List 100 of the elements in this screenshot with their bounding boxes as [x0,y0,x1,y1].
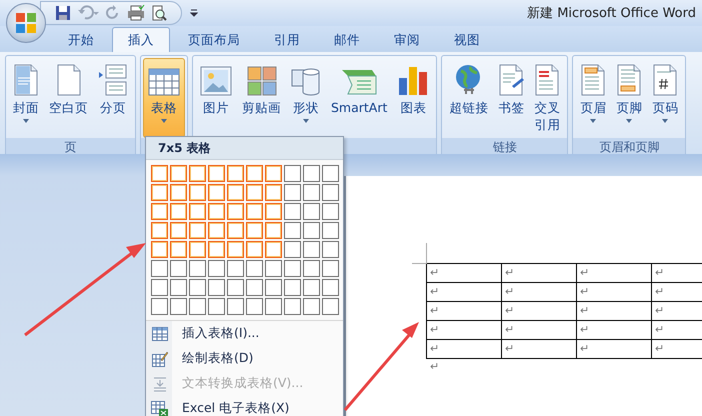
grid-cell[interactable] [322,279,339,296]
grid-cell[interactable] [303,184,320,201]
grid-cell[interactable] [265,165,282,182]
grid-cell[interactable] [170,260,187,277]
grid-cell[interactable] [227,260,244,277]
grid-cell[interactable] [303,260,320,277]
grid-cell[interactable] [151,279,168,296]
ribbon-button[interactable]: 页脚 [611,58,648,138]
ribbon-button[interactable]: 页眉 [575,58,612,138]
grid-cell[interactable] [151,298,168,315]
ribbon-button[interactable]: 书签 [493,58,530,138]
grid-cell[interactable] [170,203,187,220]
grid-cell[interactable] [189,260,206,277]
menu-item[interactable]: Excel 电子表格(X) [146,396,343,416]
grid-cell[interactable] [227,241,244,258]
ribbon-tab[interactable]: 审阅 [378,27,436,52]
grid-cell[interactable] [284,241,301,258]
grid-cell[interactable] [265,241,282,258]
grid-cell[interactable] [265,222,282,239]
menu-item[interactable]: 绘制表格(D) [146,346,343,371]
ribbon-button[interactable]: 图表 [392,58,434,138]
grid-cell[interactable] [227,165,244,182]
grid-cell[interactable] [208,203,225,220]
grid-cell[interactable] [303,241,320,258]
grid-cell[interactable] [170,222,187,239]
grid-cell[interactable] [265,279,282,296]
grid-cell[interactable] [189,165,206,182]
ribbon-tab[interactable]: 视图 [438,27,496,52]
grid-cell[interactable] [265,203,282,220]
grid-cell[interactable] [246,241,263,258]
grid-cell[interactable] [246,222,263,239]
grid-cell[interactable] [151,203,168,220]
grid-cell[interactable] [227,184,244,201]
grid-cell[interactable] [246,279,263,296]
grid-cell[interactable] [246,298,263,315]
grid-cell[interactable] [322,298,339,315]
grid-cell[interactable] [189,222,206,239]
grid-cell[interactable] [151,260,168,277]
grid-cell[interactable] [303,165,320,182]
grid-cell[interactable] [208,165,225,182]
grid-cell[interactable] [246,184,263,201]
grid-cell[interactable] [303,222,320,239]
ribbon-tab[interactable]: 开始 [52,27,110,52]
grid-cell[interactable] [246,260,263,277]
grid-cell[interactable] [227,298,244,315]
ribbon-button[interactable]: 图片 [195,58,237,138]
grid-cell[interactable] [208,241,225,258]
ribbon-button[interactable]: 交叉 引用 [529,58,566,138]
grid-cell[interactable] [170,165,187,182]
grid-cell[interactable] [284,260,301,277]
grid-cell[interactable] [151,241,168,258]
print-preview-icon[interactable] [151,5,167,21]
grid-cell[interactable] [227,222,244,239]
ribbon-tab[interactable]: 页面布局 [172,27,256,52]
grid-cell[interactable] [189,184,206,201]
grid-cell[interactable] [208,298,225,315]
grid-cell[interactable] [284,184,301,201]
grid-cell[interactable] [322,203,339,220]
grid-cell[interactable] [322,184,339,201]
grid-cell[interactable] [189,203,206,220]
save-icon[interactable] [55,5,71,21]
customize-menu-caret-icon[interactable] [190,9,198,17]
ribbon-button[interactable]: 超链接 [444,58,494,138]
grid-cell[interactable] [208,260,225,277]
grid-cell[interactable] [170,279,187,296]
print-icon[interactable] [127,5,145,21]
grid-cell[interactable] [151,165,168,182]
grid-cell[interactable] [284,203,301,220]
grid-cell[interactable] [189,279,206,296]
ribbon-tab[interactable]: 插入 [112,27,170,52]
grid-cell[interactable] [208,279,225,296]
menu-item[interactable]: 插入表格(I)... [146,321,343,346]
grid-cell[interactable] [322,241,339,258]
grid-cell[interactable] [170,184,187,201]
grid-cell[interactable] [151,184,168,201]
grid-cell[interactable] [284,279,301,296]
ribbon-tab[interactable]: 邮件 [318,27,376,52]
grid-cell[interactable] [208,184,225,201]
grid-cell[interactable] [151,222,168,239]
ribbon-button[interactable]: 剪贴画 [237,58,286,138]
grid-cell[interactable] [170,298,187,315]
grid-cell[interactable] [227,203,244,220]
grid-cell[interactable] [284,165,301,182]
grid-cell[interactable] [265,184,282,201]
ribbon-button[interactable]: 空白页 [44,58,93,138]
ribbon-button[interactable]: 分页 [93,58,133,138]
grid-cell[interactable] [265,298,282,315]
ribbon-button[interactable]: 页码 [647,58,684,138]
grid-cell[interactable] [265,260,282,277]
grid-cell[interactable] [303,203,320,220]
ribbon-button[interactable]: 表格 [143,58,185,138]
grid-cell[interactable] [284,222,301,239]
grid-cell[interactable] [322,165,339,182]
grid-cell[interactable] [208,222,225,239]
ribbon-button[interactable]: 封面 [8,58,44,138]
grid-cell[interactable] [322,260,339,277]
grid-cell[interactable] [246,165,263,182]
ribbon-tab[interactable]: 引用 [258,27,316,52]
grid-cell[interactable] [227,279,244,296]
grid-cell[interactable] [170,241,187,258]
